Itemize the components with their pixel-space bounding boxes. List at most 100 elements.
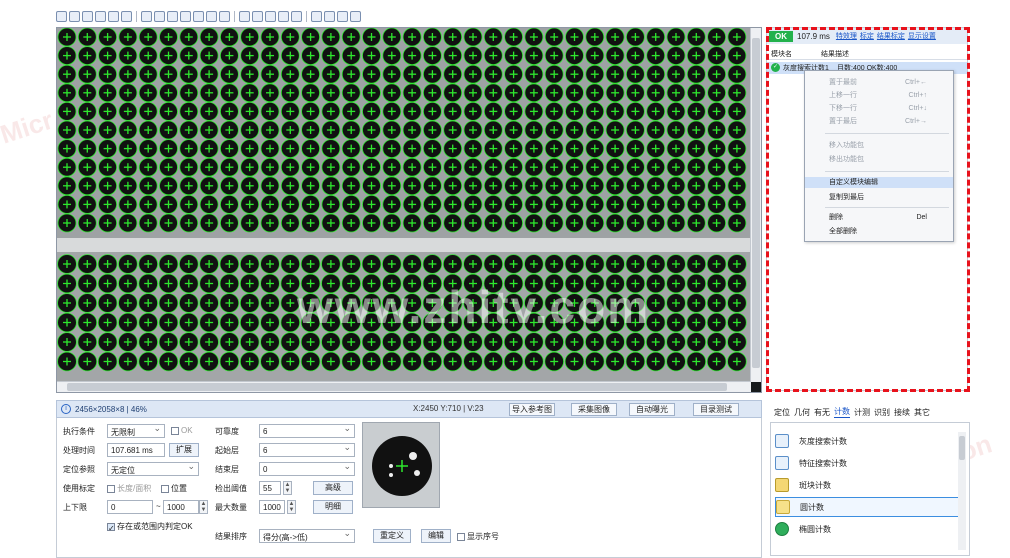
tab-count[interactable]: 计数 (834, 406, 850, 418)
import-reference-button[interactable]: 导入参考图 (509, 403, 555, 416)
max-count-field[interactable]: 1000 (259, 500, 285, 514)
expand-button[interactable]: 扩展 (169, 443, 199, 457)
threshold-spinner[interactable]: ▲ ▼ (283, 481, 292, 495)
tool-list-scrollbar[interactable] (958, 432, 966, 550)
capture-image-button[interactable]: 采集图像 (571, 403, 617, 416)
gear-icon[interactable] (311, 10, 322, 22)
position-checkbox[interactable]: 位置 (161, 483, 187, 494)
eye-icon[interactable] (69, 10, 80, 22)
add-icon[interactable] (82, 10, 93, 22)
viewport-horizontal-scrollbar[interactable] (57, 381, 751, 392)
circle-tool-icon[interactable] (108, 10, 119, 22)
max-count-spinner[interactable]: ▲ ▼ (287, 500, 296, 514)
upper-limit-spinner[interactable]: ▲ ▼ (199, 500, 208, 514)
feature-search-icon (775, 456, 789, 470)
viewport-vertical-scrollbar[interactable] (750, 28, 761, 382)
start-layer-label: 起始层 (215, 446, 239, 455)
record-icon[interactable] (121, 10, 132, 22)
end-layer-select[interactable]: 0 (259, 461, 355, 476)
tool-label: 灰度搜索计数 (799, 436, 847, 446)
max-count-label: 最大数量 (215, 503, 247, 512)
tab-identify[interactable]: 识别 (874, 407, 890, 418)
position-label: 位置 (171, 484, 187, 493)
use-calibration-label: 使用标定 (63, 484, 95, 493)
detail-button[interactable]: 明细 (313, 500, 353, 514)
show-index-check-box[interactable] (457, 532, 465, 541)
parameter-panel: 执行条件 无限制 OK 处理时间 107.681 ms 扩展 定位参照 无定位 … (56, 418, 762, 558)
box-icon[interactable] (291, 10, 302, 22)
grid-icon[interactable] (278, 10, 289, 22)
ok-check-box[interactable] (171, 426, 179, 435)
detect-threshold-field[interactable]: 55 (259, 481, 281, 495)
length-area-checkbox[interactable]: 长度/面积 (107, 483, 151, 494)
tab-geometry[interactable]: 几何 (794, 407, 810, 418)
tool-circle-count[interactable]: 圆计数 (775, 497, 965, 517)
pin-icon[interactable] (324, 10, 335, 22)
ok-check-label: OK (181, 426, 193, 435)
tool-gray-search-count[interactable]: 灰度搜索计数 (775, 431, 965, 451)
advanced-button[interactable]: 高级 (313, 481, 353, 495)
range-ok-checkbox[interactable]: ✓ 存在或范围内判定OK (107, 521, 193, 533)
process-time-label: 处理时间 (63, 446, 95, 455)
edit-button[interactable]: 编辑 (421, 529, 451, 543)
length-area-label: 长度/面积 (117, 484, 152, 493)
image-icon[interactable] (154, 10, 165, 22)
show-index-checkbox[interactable]: 显示序号 (457, 531, 499, 542)
layout-icon[interactable] (206, 10, 217, 22)
scroll-thumb[interactable] (959, 436, 965, 460)
upper-limit-field[interactable]: 1000 (163, 500, 199, 514)
range-tilde: ~ (156, 502, 161, 511)
ok-checkbox[interactable]: OK (171, 426, 193, 435)
tool-feature-search-count[interactable]: 特征搜索计数 (775, 453, 965, 473)
process-time-field: 107.681 ms (107, 443, 165, 457)
watermark-microvision: Micr (0, 104, 57, 150)
chart-icon[interactable] (265, 10, 276, 22)
model-preview-image (362, 422, 440, 508)
play-icon[interactable] (95, 10, 106, 22)
range-ok-check-box[interactable]: ✓ (107, 522, 115, 533)
tab-other[interactable]: 其它 (914, 407, 930, 418)
info-icon: i (61, 404, 71, 414)
tab-locate[interactable]: 定位 (774, 407, 790, 418)
tab-connect[interactable]: 接续 (894, 407, 910, 418)
auto-exposure-button[interactable]: 自动曝光 (629, 403, 675, 416)
reliability-label: 可靠度 (215, 427, 239, 436)
image-viewport[interactable]: www.zhitv.com (56, 27, 762, 393)
start-layer-select[interactable]: 6 (259, 442, 355, 457)
scroll-thumb[interactable] (752, 38, 760, 368)
reliability-select[interactable]: 6 (259, 423, 355, 438)
lower-limit-field[interactable]: 0 (107, 500, 153, 514)
tool-label: 圆计数 (800, 502, 824, 512)
ellipse-count-icon (775, 522, 789, 536)
position-check-box[interactable] (161, 484, 169, 493)
exec-condition-select[interactable]: 无限制 (107, 423, 165, 438)
directory-test-button[interactable]: 目录测试 (693, 403, 739, 416)
tab-measure[interactable]: 计测 (854, 407, 870, 418)
exec-condition-label: 执行条件 (63, 427, 95, 436)
redefine-button[interactable]: 重定义 (373, 529, 411, 543)
shield-icon[interactable] (167, 10, 178, 22)
position-ref-select[interactable]: 无定位 (107, 461, 199, 476)
crosshair-icon[interactable] (141, 10, 152, 22)
highlight-annotation (766, 27, 970, 392)
scroll-thumb[interactable] (67, 383, 727, 391)
sync-icon[interactable] (239, 10, 250, 22)
info-icon[interactable] (350, 10, 361, 22)
gear2-icon[interactable] (337, 10, 348, 22)
view-icon[interactable] (56, 10, 67, 22)
image-size-readout: 2456×2058×8 | 46% (75, 404, 147, 414)
tool-blob-count[interactable]: 斑块计数 (775, 475, 965, 495)
tool-list: 灰度搜索计数 特征搜索计数 斑块计数 圆计数 椭圆计数 (770, 422, 970, 556)
calendar-icon[interactable] (252, 10, 263, 22)
refresh-icon[interactable] (219, 10, 230, 22)
result-sort-select[interactable]: 得分(高->低) (259, 528, 355, 543)
inspection-image (57, 28, 751, 382)
toolbar-separator (234, 10, 235, 22)
tab-presence[interactable]: 有无 (814, 407, 830, 418)
length-area-check-box[interactable] (107, 484, 115, 493)
settings-icon[interactable] (180, 10, 191, 22)
tool-label: 斑块计数 (799, 480, 831, 490)
position-ref-label: 定位参照 (63, 465, 95, 474)
roi-icon[interactable] (193, 10, 204, 22)
tool-ellipse-count[interactable]: 椭圆计数 (775, 519, 965, 539)
